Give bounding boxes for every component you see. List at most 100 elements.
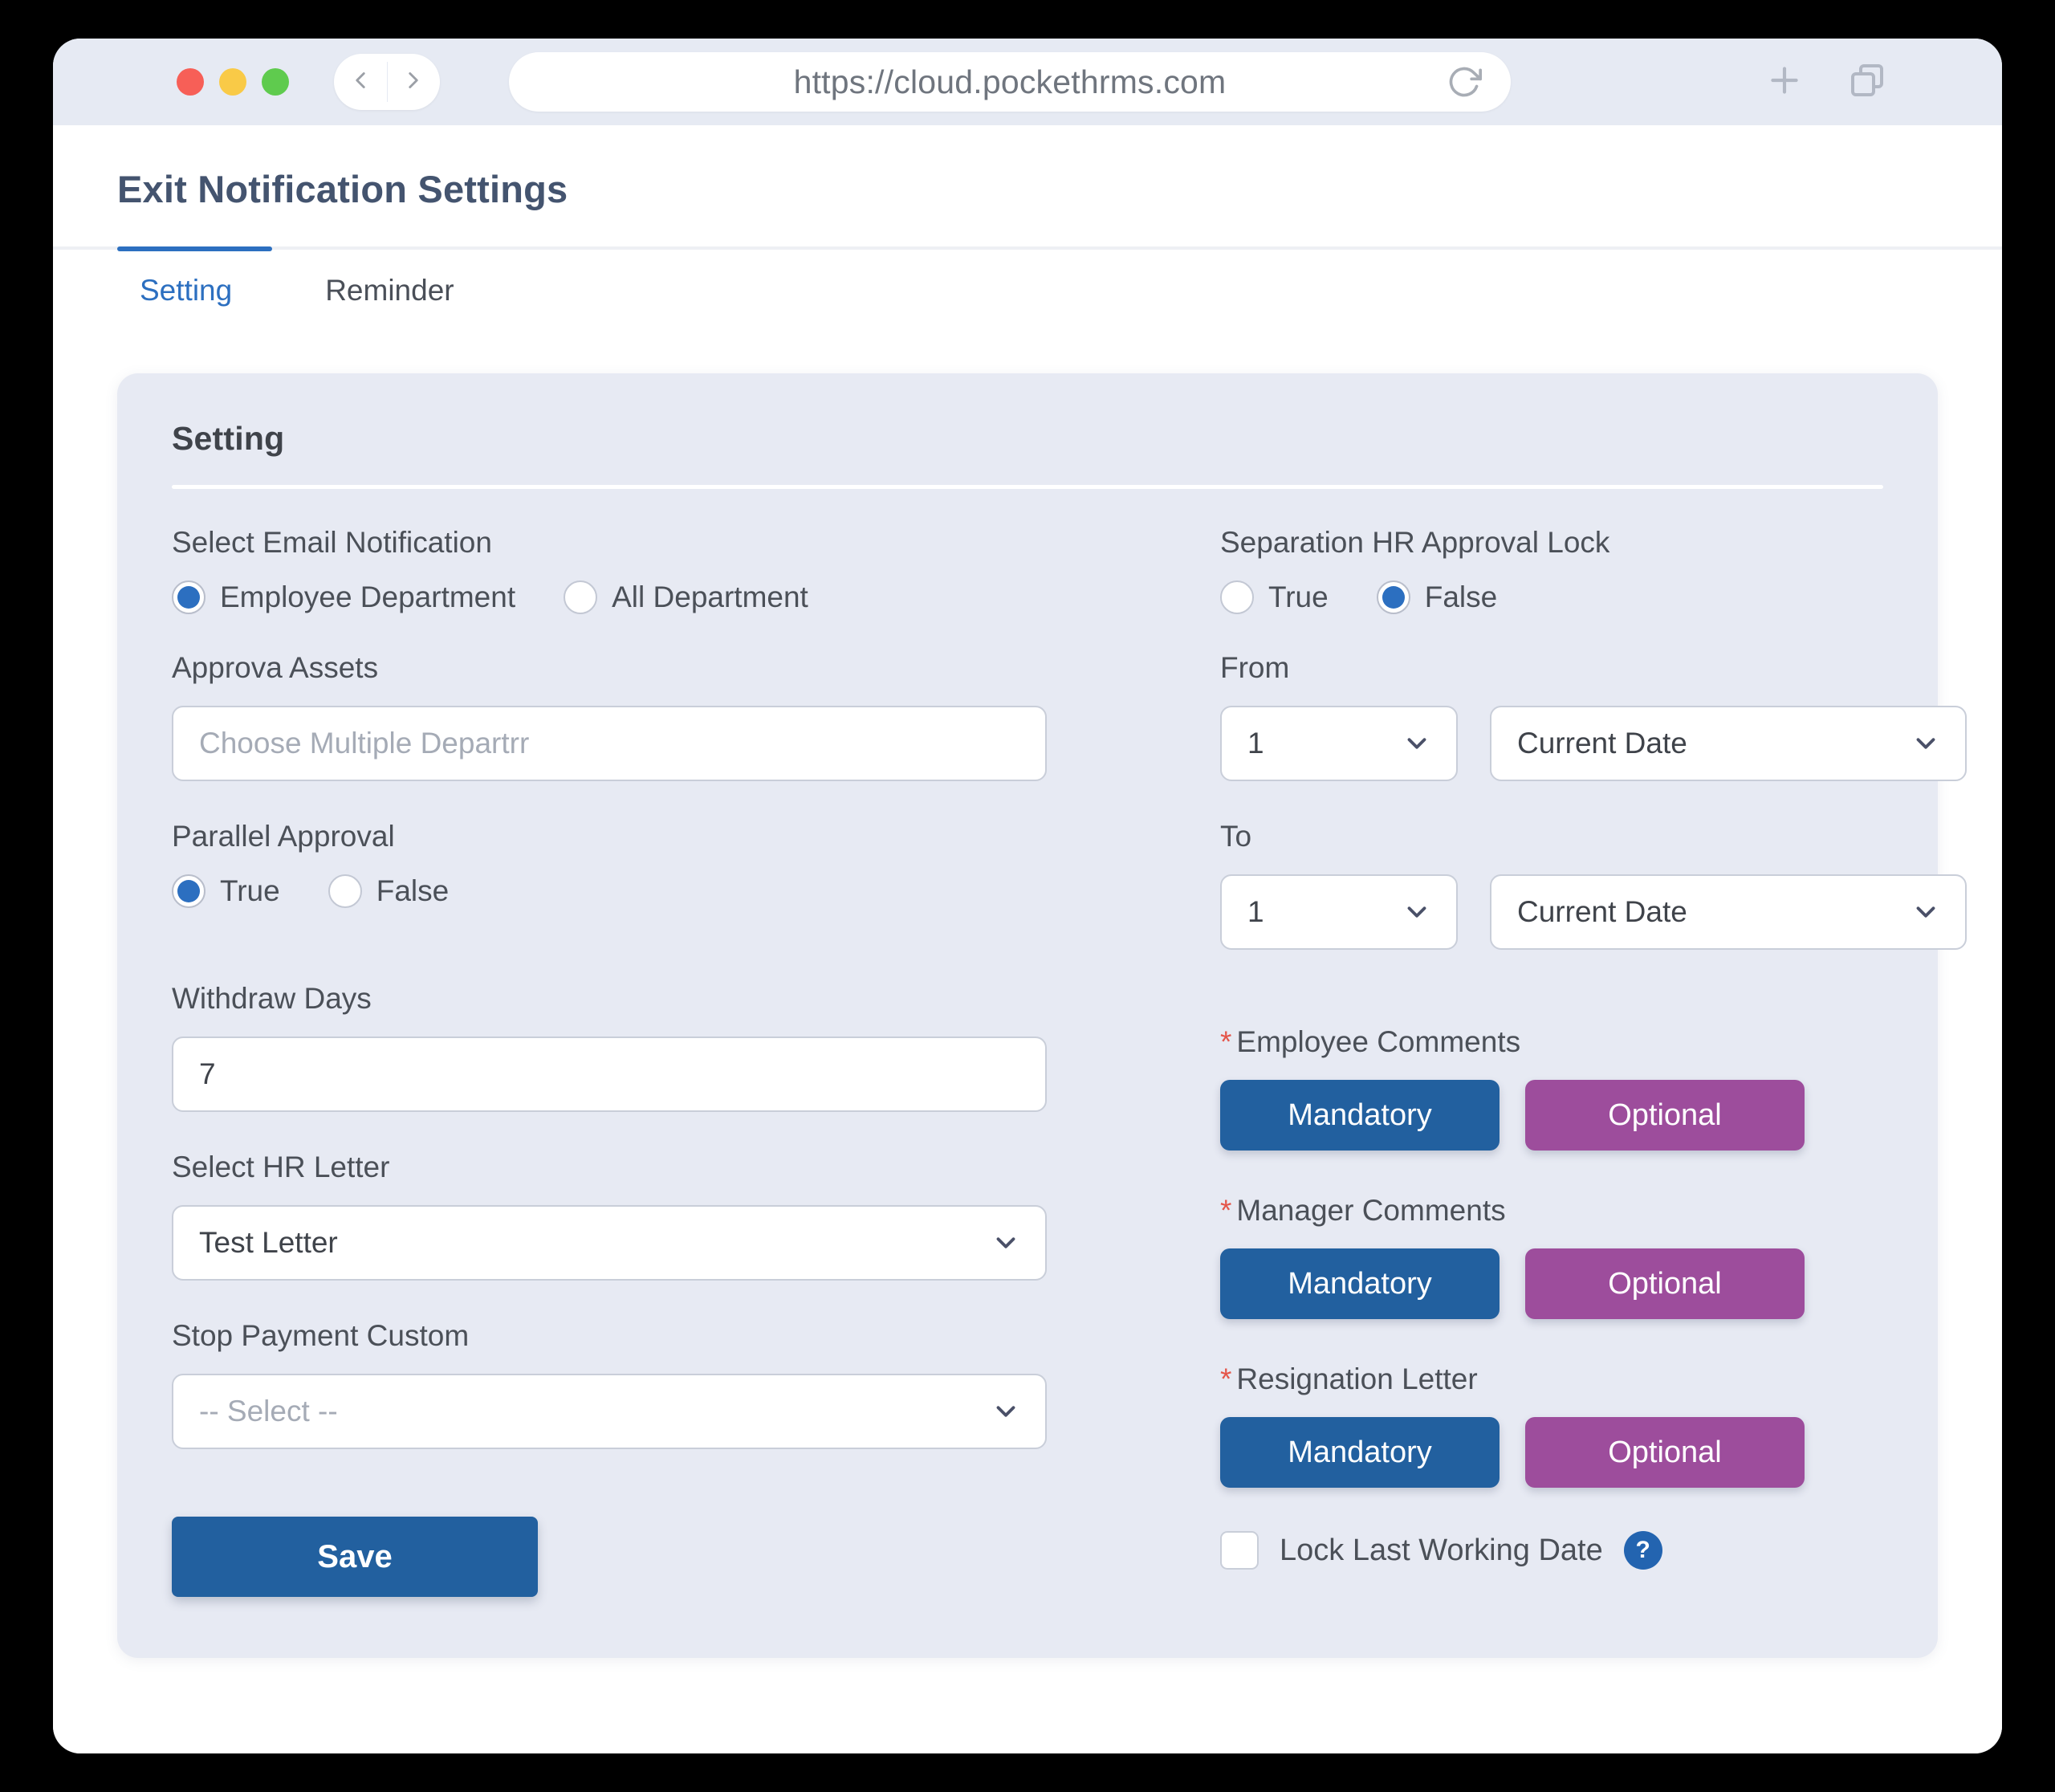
radio-hr-lock-true-label: True bbox=[1268, 580, 1329, 613]
radio-all-department-icon bbox=[564, 580, 598, 614]
chevron-down-icon bbox=[1911, 897, 1941, 927]
parallel-approval-label: Parallel Approval bbox=[172, 820, 395, 853]
radio-employee-department-icon bbox=[172, 580, 206, 614]
radio-parallel-true-label: True bbox=[220, 874, 280, 907]
employee-comments-optional-button[interactable]: Optional bbox=[1525, 1080, 1805, 1151]
chevron-down-icon bbox=[1402, 728, 1432, 759]
approva-assets-label: Approva Assets bbox=[172, 651, 379, 684]
page-tabbar: Setting Reminder bbox=[53, 246, 2002, 328]
from-number-value: 1 bbox=[1247, 727, 1264, 760]
help-icon[interactable]: ? bbox=[1623, 1531, 1662, 1570]
browser-window: https://cloud.pockethrms.com Exit Notifi… bbox=[53, 39, 2002, 1753]
to-date-select[interactable]: Current Date bbox=[1490, 874, 1967, 950]
stop-payment-custom-value: -- Select -- bbox=[199, 1395, 338, 1427]
resignation-letter-mandatory-button[interactable]: Mandatory bbox=[1220, 1417, 1500, 1488]
forward-button[interactable] bbox=[387, 54, 440, 110]
chevron-down-icon bbox=[1911, 728, 1941, 759]
employee-comments-text: Employee Comments bbox=[1236, 1025, 1521, 1058]
employee-comments-label: * Employee Comments bbox=[1220, 1025, 1967, 1059]
address-bar[interactable]: https://cloud.pockethrms.com bbox=[509, 52, 1511, 112]
tab-reminder[interactable]: Reminder bbox=[303, 250, 476, 328]
from-date-select[interactable]: Current Date bbox=[1490, 706, 1967, 781]
withdraw-days-input[interactable]: 7 bbox=[172, 1037, 1047, 1112]
radio-parallel-false-icon bbox=[328, 874, 362, 908]
hr-approval-lock-label: Separation HR Approval Lock bbox=[1220, 526, 1610, 559]
manager-comments-text: Manager Comments bbox=[1236, 1194, 1506, 1227]
manager-comments-button-group: Mandatory Optional bbox=[1220, 1248, 1967, 1319]
to-number-select[interactable]: 1 bbox=[1220, 874, 1458, 950]
employee-comments-mandatory-button[interactable]: Mandatory bbox=[1220, 1080, 1500, 1151]
radio-hr-lock-true-icon bbox=[1220, 580, 1254, 614]
radio-parallel-false[interactable]: False bbox=[328, 874, 449, 908]
resignation-letter-text: Resignation Letter bbox=[1236, 1362, 1478, 1395]
radio-all-department-label: All Department bbox=[612, 580, 808, 613]
hr-letter-value: Test Letter bbox=[199, 1226, 338, 1259]
required-asterisk: * bbox=[1220, 1025, 1232, 1058]
radio-parallel-true-icon bbox=[172, 874, 206, 908]
from-number-select[interactable]: 1 bbox=[1220, 706, 1458, 781]
reload-icon[interactable] bbox=[1447, 64, 1482, 100]
hr-letter-label: Select HR Letter bbox=[172, 1151, 390, 1183]
maximize-window-button[interactable] bbox=[262, 68, 289, 96]
chevron-left-icon bbox=[347, 67, 374, 98]
copy-tabs-icon[interactable] bbox=[1848, 61, 1886, 104]
radio-parallel-true[interactable]: True bbox=[172, 874, 280, 908]
back-button[interactable] bbox=[334, 54, 387, 110]
stop-payment-custom-select[interactable]: -- Select -- bbox=[172, 1374, 1047, 1449]
email-notification-label: Select Email Notification bbox=[172, 526, 492, 559]
url-text: https://cloud.pockethrms.com bbox=[793, 63, 1227, 100]
field-approva-assets: Approva Assets Choose Multiple Departrr bbox=[172, 651, 1047, 781]
settings-grid: Select Email Notification Employee Depar… bbox=[172, 489, 1967, 1597]
employee-comments-button-group: Mandatory Optional bbox=[1220, 1080, 1967, 1151]
close-window-button[interactable] bbox=[177, 68, 204, 96]
manager-comments-mandatory-button[interactable]: Mandatory bbox=[1220, 1248, 1500, 1319]
hr-letter-select[interactable]: Test Letter bbox=[172, 1205, 1047, 1281]
lock-last-working-date-label: Lock Last Working Date bbox=[1280, 1533, 1603, 1567]
manager-comments-optional-button[interactable]: Optional bbox=[1525, 1248, 1805, 1319]
to-date-value: Current Date bbox=[1517, 895, 1687, 928]
field-manager-comments: * Manager Comments Mandatory Optional bbox=[1220, 1194, 1967, 1319]
lock-last-working-date-checkbox[interactable] bbox=[1220, 1531, 1259, 1570]
radio-employee-department-label: Employee Department bbox=[220, 580, 516, 613]
save-button[interactable]: Save bbox=[172, 1517, 538, 1597]
chevron-down-icon bbox=[991, 1228, 1021, 1258]
field-hr-letter: Select HR Letter Test Letter bbox=[172, 1151, 1047, 1281]
radio-parallel-false-label: False bbox=[376, 874, 450, 907]
window-traffic-lights bbox=[177, 68, 289, 96]
resignation-letter-optional-button[interactable]: Optional bbox=[1525, 1417, 1805, 1488]
field-withdraw-days: Withdraw Days 7 bbox=[172, 982, 1047, 1112]
radio-hr-lock-false[interactable]: False bbox=[1376, 580, 1497, 614]
approva-assets-input[interactable]: Choose Multiple Departrr bbox=[172, 706, 1047, 781]
parallel-approval-radio-group: True False bbox=[172, 874, 1047, 908]
setting-card: Setting Select Email Notification Employ… bbox=[117, 373, 1967, 1658]
tab-setting[interactable]: Setting bbox=[117, 250, 254, 328]
chevron-down-icon bbox=[991, 1396, 1021, 1427]
radio-employee-department[interactable]: Employee Department bbox=[172, 580, 515, 614]
field-from: From 1 Current Date bbox=[1220, 651, 1967, 781]
field-parallel-approval: Parallel Approval True False bbox=[172, 820, 1047, 908]
browser-titlebar: https://cloud.pockethrms.com bbox=[53, 39, 2002, 125]
manager-comments-label: * Manager Comments bbox=[1220, 1194, 1967, 1228]
page-content: Exit Notification Settings Setting Remin… bbox=[53, 125, 2002, 1753]
field-hr-approval-lock: Separation HR Approval Lock True False bbox=[1220, 526, 1967, 614]
page-title: Exit Notification Settings bbox=[117, 168, 568, 210]
field-to: To 1 Current Date bbox=[1220, 820, 1967, 950]
plus-icon[interactable] bbox=[1764, 60, 1805, 104]
radio-all-department[interactable]: All Department bbox=[564, 580, 808, 614]
to-row: 1 Current Date bbox=[1220, 874, 1967, 950]
hr-approval-lock-radio-group: True False bbox=[1220, 580, 1967, 614]
lock-last-working-date-row: Lock Last Working Date ? bbox=[1220, 1531, 1967, 1570]
to-label: To bbox=[1220, 820, 1252, 853]
from-label: From bbox=[1220, 651, 1290, 684]
field-employee-comments: * Employee Comments Mandatory Optional bbox=[1220, 1025, 1967, 1151]
active-tab-indicator bbox=[117, 246, 272, 251]
field-resignation-letter: * Resignation Letter Mandatory Optional bbox=[1220, 1362, 1967, 1488]
withdraw-days-label: Withdraw Days bbox=[172, 982, 372, 1015]
chevron-right-icon bbox=[400, 67, 427, 98]
field-stop-payment-custom: Stop Payment Custom -- Select -- bbox=[172, 1319, 1047, 1449]
radio-hr-lock-true[interactable]: True bbox=[1220, 580, 1329, 614]
resignation-letter-button-group: Mandatory Optional bbox=[1220, 1417, 1967, 1488]
email-notification-radio-group: Employee Department All Department bbox=[172, 580, 1047, 614]
stop-payment-custom-label: Stop Payment Custom bbox=[172, 1319, 470, 1352]
minimize-window-button[interactable] bbox=[219, 68, 246, 96]
